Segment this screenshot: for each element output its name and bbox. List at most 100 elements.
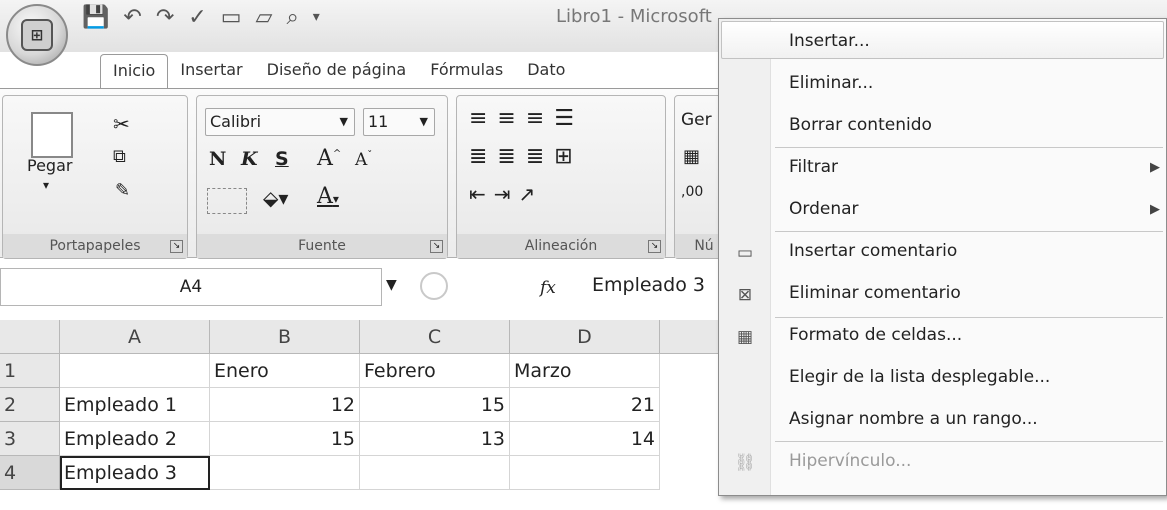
select-all-corner[interactable] xyxy=(0,320,60,354)
cell-c1[interactable]: Febrero xyxy=(360,354,510,388)
row-header[interactable]: 3 xyxy=(0,422,60,456)
number-format-box[interactable]: Ger xyxy=(681,110,712,130)
font-name-box[interactable]: Calibri ▼ xyxy=(205,108,355,136)
menu-item-ordenar[interactable]: Ordenar xyxy=(789,199,859,219)
cell-d1[interactable]: Marzo xyxy=(510,354,660,388)
menu-item-asignar-nombre[interactable]: Asignar nombre a un rango... xyxy=(789,409,1038,429)
menu-item-hipervinculo: Hipervínculo... xyxy=(789,451,912,471)
open-icon[interactable]: ▱ xyxy=(256,5,273,30)
new-icon[interactable]: ▭ xyxy=(221,5,242,30)
cell-b3[interactable]: 15 xyxy=(210,422,360,456)
delete-comment-icon: ⊠ xyxy=(737,285,753,305)
menu-item-eliminar-comentario[interactable]: Eliminar comentario xyxy=(789,283,961,303)
paste-dropdown-icon[interactable]: ▾ xyxy=(43,178,49,192)
menu-item-filtrar[interactable]: Filtrar xyxy=(789,157,838,177)
quick-access-toolbar: 💾 ↶ ↷ ✓ ▭ ▱ ⌕ ▾ xyxy=(82,0,320,34)
alignment-group: ≡≡≡☰ ≣≣≣⊞ ⇤⇥↗ Alineación ↘ xyxy=(456,95,666,259)
menu-item-formato-de-celdas[interactable]: Formato de celdas... xyxy=(789,325,962,345)
tab-insertar[interactable]: Insertar xyxy=(168,54,254,90)
cell-b1[interactable]: Enero xyxy=(210,354,360,388)
insert-function-icon[interactable]: fx xyxy=(540,278,556,298)
menu-item-borrar-contenido[interactable]: Borrar contenido xyxy=(789,115,932,135)
borders-icon[interactable] xyxy=(207,188,247,214)
cell-a1[interactable] xyxy=(60,354,210,388)
print-preview-icon[interactable]: ⌕ xyxy=(286,5,298,30)
bold-button[interactable]: N xyxy=(209,148,226,170)
qat-dropdown-icon[interactable]: ▾ xyxy=(313,9,320,25)
cell-a4-selected[interactable]: Empleado 3 xyxy=(60,456,210,490)
spelling-icon[interactable]: ✓ xyxy=(188,5,206,30)
indent-icons[interactable]: ⇤⇥↗ xyxy=(469,182,543,206)
menu-item-highlight xyxy=(721,21,1164,59)
row-header[interactable]: 1 xyxy=(0,354,60,388)
italic-button[interactable]: K xyxy=(241,148,258,170)
font-group-label: Fuente xyxy=(197,234,447,258)
tab-diseno-de-pagina[interactable]: Diseño de página xyxy=(255,54,419,90)
cell-b2[interactable]: 12 xyxy=(210,388,360,422)
window-title: Libro1 - Microsoft xyxy=(556,6,712,27)
menu-item-elegir-de-la-lista[interactable]: Elegir de la lista desplegable... xyxy=(789,367,1050,387)
save-icon[interactable]: 💾 xyxy=(82,5,109,30)
cell-d4[interactable] xyxy=(510,456,660,490)
tab-formulas[interactable]: Fórmulas xyxy=(418,54,515,90)
clipboard-group-label: Portapapeles xyxy=(3,234,187,258)
submenu-arrow-icon: ▶ xyxy=(1150,160,1160,175)
column-header[interactable]: C xyxy=(360,320,510,354)
undo-icon[interactable]: ↶ xyxy=(123,5,141,30)
cut-icon[interactable]: ✂ xyxy=(113,112,130,136)
font-group: Calibri ▼ 11 ▼ N K S A^ Aˇ ⬙▾ A▾ Fuente … xyxy=(196,95,448,259)
cell-c3[interactable]: 13 xyxy=(360,422,510,456)
insert-comment-icon: ▭ xyxy=(736,243,754,263)
column-header[interactable]: B xyxy=(210,320,360,354)
font-color-button[interactable]: A▾ xyxy=(317,184,339,209)
menu-item-insertar[interactable]: Insertar... xyxy=(789,31,870,51)
context-menu: Insertar... Eliminar... Borrar contenido… xyxy=(718,18,1167,496)
menu-separator xyxy=(775,317,1163,318)
row-header[interactable]: 2 xyxy=(0,388,60,422)
alignment-group-label: Alineación xyxy=(457,234,665,258)
shrink-font-button[interactable]: Aˇ xyxy=(355,150,372,170)
underline-button[interactable]: S xyxy=(275,148,289,170)
grow-font-button[interactable]: A^ xyxy=(317,146,341,171)
cell-d3[interactable]: 14 xyxy=(510,422,660,456)
horizontal-align-icons[interactable]: ≣≣≣⊞ xyxy=(469,144,583,169)
copy-icon[interactable]: ⧉ xyxy=(113,146,126,167)
paste-button-label[interactable]: Pegar xyxy=(27,156,72,175)
dialog-launcher-icon[interactable]: ↘ xyxy=(430,240,443,253)
menu-item-eliminar[interactable]: Eliminar... xyxy=(789,73,873,93)
name-box[interactable]: A4 xyxy=(0,268,382,306)
submenu-arrow-icon: ▶ xyxy=(1150,202,1160,217)
font-size-box[interactable]: 11 ▼ xyxy=(363,108,435,136)
menu-separator xyxy=(775,147,1163,148)
tab-datos[interactable]: Dato xyxy=(515,54,577,90)
office-button[interactable]: ⊞ xyxy=(6,4,68,66)
row-header[interactable]: 4 xyxy=(0,456,60,490)
format-painter-icon[interactable]: ✎ xyxy=(115,180,130,201)
dialog-launcher-icon[interactable]: ↘ xyxy=(170,240,183,253)
menu-separator xyxy=(775,441,1163,442)
ribbon-tabs: Inicio Insertar Diseño de página Fórmula… xyxy=(100,54,577,90)
column-header[interactable]: D xyxy=(510,320,660,354)
decimals-icon[interactable]: ,00 xyxy=(681,184,703,200)
formula-input[interactable]: Empleado 3 xyxy=(592,274,705,296)
paste-icon[interactable] xyxy=(31,112,73,158)
vertical-align-icons[interactable]: ≡≡≡☰ xyxy=(469,106,584,131)
formula-bar-handle[interactable] xyxy=(420,272,448,300)
cell-a2[interactable]: Empleado 1 xyxy=(60,388,210,422)
menu-item-insertar-comentario[interactable]: Insertar comentario xyxy=(789,241,957,261)
format-cells-icon: ▦ xyxy=(736,327,754,347)
cell-d2[interactable]: 21 xyxy=(510,388,660,422)
cell-c4[interactable] xyxy=(360,456,510,490)
cell-c2[interactable]: 15 xyxy=(360,388,510,422)
tab-inicio[interactable]: Inicio xyxy=(100,54,169,90)
cell-b4[interactable] xyxy=(210,456,360,490)
column-header[interactable]: A xyxy=(60,320,210,354)
dialog-launcher-icon[interactable]: ↘ xyxy=(648,240,661,253)
fill-color-icon[interactable]: ⬙▾ xyxy=(263,186,288,210)
cell-a3[interactable]: Empleado 2 xyxy=(60,422,210,456)
chevron-down-icon: ▼ xyxy=(419,115,428,128)
clipboard-group: Pegar ▾ ✂ ⧉ ✎ Portapapeles ↘ xyxy=(2,95,188,259)
currency-icon[interactable]: ▦ xyxy=(683,146,700,167)
chevron-down-icon[interactable]: ▼ xyxy=(386,277,397,293)
redo-icon[interactable]: ↷ xyxy=(156,5,174,30)
